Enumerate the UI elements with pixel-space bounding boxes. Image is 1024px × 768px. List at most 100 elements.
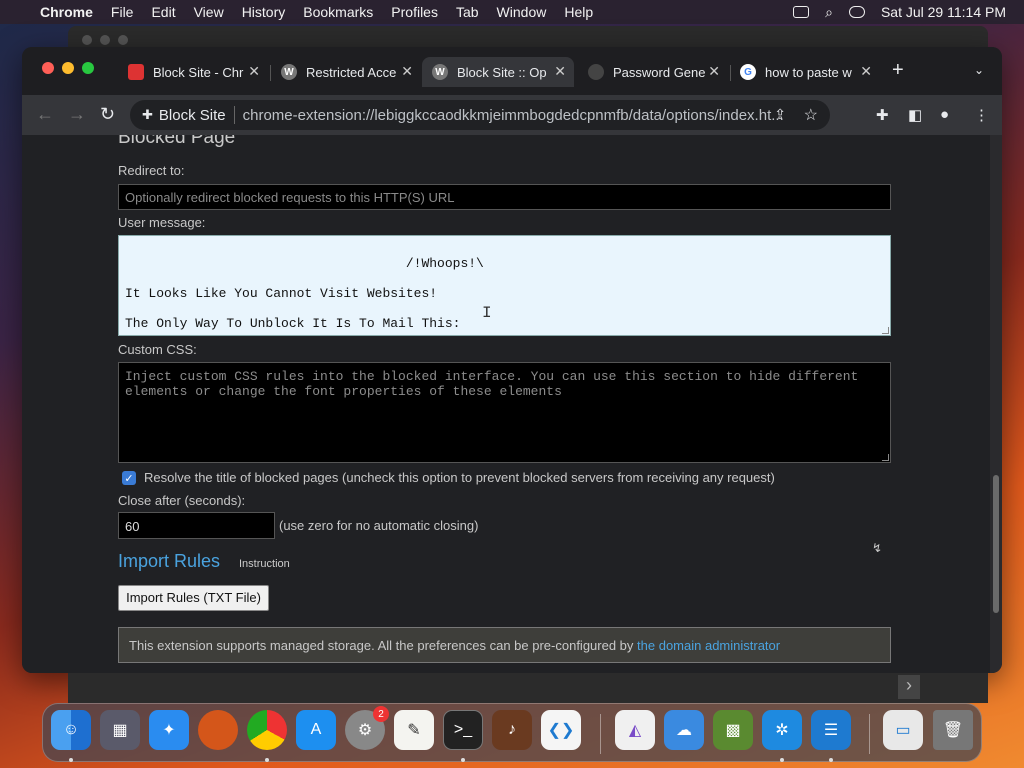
w-favicon-icon: W bbox=[281, 64, 297, 80]
share-icon[interactable]: ⇪ bbox=[774, 106, 786, 123]
menu-tab[interactable]: Tab bbox=[456, 4, 479, 20]
visual-studio-icon[interactable]: ◭ bbox=[615, 710, 655, 750]
menu-edit[interactable]: Edit bbox=[151, 4, 175, 20]
resolve-title-label[interactable]: Resolve the title of blocked pages (unch… bbox=[144, 470, 775, 485]
instruction-link[interactable]: Instruction bbox=[239, 558, 290, 570]
user-message-text: /!Whoops!\ It Looks Like You Cannot Visi… bbox=[125, 256, 484, 331]
text-cursor-icon: I bbox=[482, 304, 492, 322]
redirect-url-input[interactable]: Optionally redirect blocked requests to … bbox=[118, 184, 891, 210]
downloads-stack-icon[interactable]: ▭ bbox=[883, 710, 923, 750]
options-page: Blocked Page Redirect to: Optionally red… bbox=[22, 135, 990, 673]
tab-strip: Block Site - Chr ✕ W Restricted Acce ✕ W… bbox=[22, 47, 1002, 95]
close-tab-icon[interactable]: ✕ bbox=[554, 63, 566, 80]
more-menu-icon[interactable]: ⋮ bbox=[974, 106, 989, 124]
trash-icon[interactable]: 🗑 bbox=[933, 710, 973, 750]
close-after-hint: (use zero for no automatic closing) bbox=[279, 518, 479, 533]
dock-divider bbox=[869, 714, 870, 754]
profile-avatar-icon[interactable]: ● bbox=[940, 106, 949, 123]
running-indicator bbox=[461, 758, 465, 762]
blocked-page-heading: Blocked Page bbox=[118, 135, 236, 148]
domain-administrator-link[interactable]: the domain administrator bbox=[637, 638, 780, 653]
menu-bookmarks[interactable]: Bookmarks bbox=[303, 4, 373, 20]
close-tab-icon[interactable]: ✕ bbox=[860, 63, 872, 80]
finder-icon[interactable]: ☺ bbox=[51, 710, 91, 750]
extensions-puzzle-icon[interactable]: ✚ bbox=[876, 106, 889, 124]
resolve-title-checkbox[interactable]: ✓ bbox=[122, 471, 136, 485]
control-center-icon[interactable] bbox=[848, 6, 865, 18]
minecraft-icon[interactable]: ▩ bbox=[713, 710, 753, 750]
scrollbar-thumb[interactable] bbox=[993, 475, 999, 613]
gift-icon bbox=[128, 64, 144, 80]
pointer-cursor-icon: ↯ bbox=[872, 541, 883, 555]
tab-restricted-access[interactable]: W Restricted Acce ✕ bbox=[271, 57, 421, 87]
vscode-icon[interactable]: ❮❯ bbox=[541, 710, 581, 750]
zoom-window-icon[interactable] bbox=[82, 62, 94, 74]
menu-app-name[interactable]: Chrome bbox=[40, 4, 93, 20]
chrome-icon[interactable] bbox=[247, 710, 287, 750]
background-window-strip: › bbox=[68, 673, 988, 703]
tab-title: Block Site :: Op bbox=[457, 64, 547, 80]
menu-window[interactable]: Window bbox=[497, 4, 547, 20]
resize-handle-icon[interactable] bbox=[882, 327, 889, 334]
tab-password-generator[interactable]: Password Gene ✕ bbox=[578, 57, 728, 87]
user-message-textarea[interactable]: /!Whoops!\ It Looks Like You Cannot Visi… bbox=[118, 235, 891, 336]
screen-mirroring-icon[interactable] bbox=[793, 6, 810, 18]
textedit-icon[interactable]: ✎ bbox=[394, 710, 434, 750]
page-scrollbar[interactable] bbox=[990, 135, 1002, 673]
lock-icon bbox=[588, 64, 604, 80]
firefox-icon[interactable] bbox=[198, 710, 238, 750]
forward-arrow-icon[interactable]: → bbox=[68, 104, 86, 125]
custom-css-textarea[interactable]: Inject custom CSS rules into the blocked… bbox=[118, 362, 891, 463]
menu-file[interactable]: File bbox=[111, 4, 134, 20]
tab-how-to-paste[interactable]: G how to paste w ✕ bbox=[730, 57, 880, 87]
dock: ☺ ▦ ✦ A ⚙ 2 ✎ >_ ♪ ❮❯ ◭ ☁ ▩ ✲ ☰ ▭ 🗑 bbox=[42, 703, 982, 762]
terminal-icon[interactable]: >_ bbox=[443, 710, 483, 750]
google-icon: G bbox=[740, 64, 756, 80]
side-panel-icon[interactable]: ◧ bbox=[908, 106, 922, 124]
minimize-window-icon[interactable] bbox=[62, 62, 74, 74]
tab-title: Restricted Acce bbox=[306, 64, 397, 80]
weather-icon[interactable]: ☁ bbox=[664, 710, 704, 750]
bg-close-icon bbox=[82, 35, 92, 45]
running-indicator bbox=[265, 758, 269, 762]
redirect-label: Redirect to: bbox=[118, 163, 185, 178]
chrome-window: Block Site - Chr ✕ W Restricted Acce ✕ W… bbox=[22, 47, 1002, 673]
close-tab-icon[interactable]: ✕ bbox=[708, 63, 720, 80]
resize-handle-icon[interactable] bbox=[882, 454, 889, 461]
garageband-icon[interactable]: ♪ bbox=[492, 710, 532, 750]
dock-divider bbox=[600, 714, 601, 754]
close-tab-icon[interactable]: ✕ bbox=[248, 63, 260, 80]
bookmark-star-icon[interactable]: ☆ bbox=[804, 105, 818, 125]
safari-icon[interactable]: ✦ bbox=[149, 710, 189, 750]
tab-search-chevron-icon[interactable]: ⌄ bbox=[974, 63, 984, 77]
tab-block-site-chrome[interactable]: Block Site - Chr ✕ bbox=[118, 57, 268, 87]
app-store-icon[interactable]: A bbox=[296, 710, 336, 750]
system-settings-icon[interactable]: ⚙ 2 bbox=[345, 706, 389, 750]
pinwheel-app-icon[interactable]: ✲ bbox=[762, 710, 802, 750]
menu-history[interactable]: History bbox=[242, 4, 286, 20]
tab-title: how to paste w bbox=[765, 64, 852, 80]
tab-block-site-options[interactable]: W Block Site :: Op ✕ bbox=[422, 57, 574, 87]
menu-help[interactable]: Help bbox=[564, 4, 593, 20]
list-app-icon[interactable]: ☰ bbox=[811, 710, 851, 750]
close-window-icon[interactable] bbox=[42, 62, 54, 74]
spotlight-search-icon[interactable]: ⌕ bbox=[825, 4, 833, 21]
menubar-datetime[interactable]: Sat Jul 29 11:14 PM bbox=[881, 4, 1006, 20]
menu-view[interactable]: View bbox=[194, 4, 224, 20]
custom-css-placeholder: Inject custom CSS rules into the blocked… bbox=[125, 369, 859, 399]
import-rules-button[interactable]: Import Rules (TXT File) bbox=[118, 585, 269, 611]
back-arrow-icon[interactable]: ← bbox=[36, 104, 54, 125]
address-bar[interactable]: ✚ Block Site chrome-extension://lebiggkc… bbox=[130, 100, 830, 130]
menu-profiles[interactable]: Profiles bbox=[391, 4, 438, 20]
toolbar: ← → ↻ ✚ Block Site chrome-extension://le… bbox=[22, 95, 1002, 135]
url-text[interactable]: chrome-extension://lebiggkccaodkkmjeimmb… bbox=[243, 107, 791, 124]
tab-title: Block Site - Chr bbox=[153, 64, 244, 80]
close-tab-icon[interactable]: ✕ bbox=[401, 63, 413, 80]
new-tab-icon[interactable]: + bbox=[892, 59, 904, 82]
close-after-input[interactable]: 60 bbox=[118, 512, 275, 539]
close-after-label: Close after (seconds): bbox=[118, 493, 246, 508]
launchpad-icon[interactable]: ▦ bbox=[100, 710, 140, 750]
notice-text: This extension supports managed storage.… bbox=[129, 638, 638, 653]
reload-icon[interactable]: ↻ bbox=[100, 104, 115, 125]
chevron-right-icon[interactable]: › bbox=[898, 675, 920, 699]
